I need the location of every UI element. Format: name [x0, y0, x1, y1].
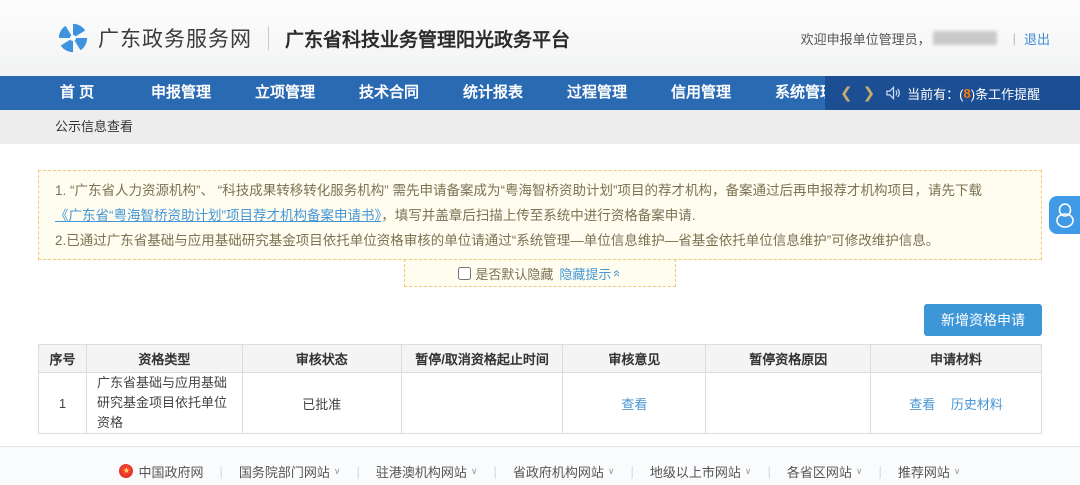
footer-link-recommended[interactable]: 推荐网站∨: [898, 462, 961, 481]
user-area: 欢迎申报单位管理员， | 退出: [801, 29, 1050, 48]
material-view-link[interactable]: 查看: [909, 397, 935, 412]
notice-line-3: 2.已通过广东省基础与应用基础研究基金项目依托单位资格审核的单位请通过“系统管理…: [55, 228, 1025, 253]
notice-line-2-rest: ，填写并盖章后扫描上传至系统中进行资格备案申请.: [381, 208, 695, 223]
main-content: 1. “广东省人力资源机构”、 “科技成果转移转化服务机构” 需先申请备案成为“…: [38, 170, 1042, 434]
footer-link-city-sites[interactable]: 地级以上市网站∨: [650, 462, 752, 481]
speaker-icon: [886, 86, 901, 100]
material-history-link[interactable]: 历史材料: [951, 397, 1003, 412]
col-review-opinion: 审核意见: [563, 345, 706, 373]
chevron-down-icon: ∨: [856, 466, 863, 477]
reminder-count: 8: [964, 86, 971, 101]
site-name: 广东政务服务网: [98, 23, 252, 53]
site-footer: ★ 中国政府网 | 国务院部门网站∨ | 驻港澳机构网站∨ | 省政府机构网站∨…: [0, 446, 1080, 485]
footer-link-province-sites[interactable]: 各省区网站∨: [787, 462, 863, 481]
footer-link-gov-cn[interactable]: ★ 中国政府网: [119, 462, 203, 481]
site-header: 广东政务服务网 广东省科技业务管理阳光政务平台 欢迎申报单位管理员， | 退出: [0, 0, 1080, 76]
cell-index: 1: [39, 373, 87, 434]
col-index: 序号: [39, 345, 87, 373]
ticker-text-prefix: 当前有：(: [907, 84, 963, 103]
col-application-material: 申请材料: [871, 345, 1042, 373]
application-form-download-link[interactable]: 《广东省“粤海智桥资助计划”项目荐才机构备案申请书》: [55, 208, 381, 223]
cell-suspend-period: [401, 373, 563, 434]
header-separator: |: [1013, 31, 1016, 46]
nav-item-declare[interactable]: 申报管理: [129, 76, 233, 110]
col-review-status: 审核状态: [242, 345, 401, 373]
chevron-down-icon: ∨: [954, 466, 961, 477]
chevron-down-icon: ∨: [745, 466, 752, 477]
collapse-up-icon[interactable]: «: [611, 269, 626, 276]
national-emblem-icon: ★: [119, 464, 133, 478]
col-qualification-type: 资格类型: [86, 345, 242, 373]
ticker-next-icon[interactable]: ❯: [863, 84, 876, 102]
logout-link[interactable]: 退出: [1024, 29, 1050, 48]
ticker-text-suffix[interactable]: )条工作提醒: [971, 84, 1040, 103]
ticker-prev-icon[interactable]: ❮: [840, 84, 853, 102]
header-branding: 广东政务服务网 广东省科技业务管理阳光政务平台: [58, 23, 570, 53]
qq-contact-icon[interactable]: [1049, 196, 1080, 234]
nav-item-report[interactable]: 统计报表: [441, 76, 545, 110]
pinwheel-logo-icon: [58, 23, 88, 53]
table-row: 1 广东省基础与应用基础研究基金项目依托单位资格 已批准 查看 查看 历史材料: [39, 373, 1042, 434]
cell-qualification-type: 广东省基础与应用基础研究基金项目依托单位资格: [86, 373, 242, 434]
footer-separator: |: [631, 464, 634, 479]
notice-line-2: 《广东省“粤海智桥资助计划”项目荐才机构备案申请书》，填写并盖章后扫描上传至系统…: [55, 203, 1025, 228]
username-redacted: [933, 31, 997, 45]
nav-item-contract[interactable]: 技术合同: [337, 76, 441, 110]
hide-tip-link[interactable]: 隐藏提示: [559, 264, 611, 283]
footer-separator: |: [357, 464, 360, 479]
breadcrumb: 公示信息查看: [0, 110, 1080, 144]
footer-separator: |: [768, 464, 771, 479]
default-hide-checkbox[interactable]: [458, 267, 471, 280]
cell-application-material: 查看 历史材料: [871, 373, 1042, 434]
nav-item-project[interactable]: 立项管理: [233, 76, 337, 110]
table-header-row: 序号 资格类型 审核状态 暂停/取消资格起止时间 审核意见 暂停资格原因 申请材…: [39, 345, 1042, 373]
footer-separator: |: [879, 464, 882, 479]
footer-link-hk-macau[interactable]: 驻港澳机构网站∨: [376, 462, 478, 481]
nav-item-process[interactable]: 过程管理: [545, 76, 649, 110]
cell-review-opinion: 查看: [563, 373, 706, 434]
chevron-down-icon: ∨: [334, 466, 341, 477]
footer-separator: |: [220, 464, 223, 479]
hide-tip-bar: 是否默认隐藏 隐藏提示 «: [404, 259, 676, 287]
new-qualification-button[interactable]: 新增资格申请: [924, 304, 1042, 336]
col-suspend-reason: 暂停资格原因: [706, 345, 871, 373]
chevron-down-icon: ∨: [608, 466, 615, 477]
nav-item-home[interactable]: 首 页: [25, 76, 129, 110]
qualification-table: 序号 资格类型 审核状态 暂停/取消资格起止时间 审核意见 暂停资格原因 申请材…: [38, 344, 1042, 434]
footer-link-provincial-gov[interactable]: 省政府机构网站∨: [513, 462, 615, 481]
work-reminder-ticker: ❮ ❯ 当前有：(8)条工作提醒: [825, 76, 1080, 110]
col-suspend-period: 暂停/取消资格起止时间: [401, 345, 563, 373]
platform-title: 广东省科技业务管理阳光政务平台: [285, 25, 570, 52]
cell-review-status: 已批准: [242, 373, 401, 434]
nav-item-credit[interactable]: 信用管理: [649, 76, 753, 110]
main-nav: 首 页 申报管理 立项管理 技术合同 统计报表 过程管理 信用管理 系统管理 ❮…: [0, 76, 1080, 110]
footer-link-state-council[interactable]: 国务院部门网站∨: [239, 462, 341, 481]
review-opinion-view-link[interactable]: 查看: [621, 397, 647, 412]
notice-box: 1. “广东省人力资源机构”、 “科技成果转移转化服务机构” 需先申请备案成为“…: [38, 170, 1042, 260]
cell-suspend-reason: [706, 373, 871, 434]
chevron-down-icon: ∨: [471, 466, 478, 477]
action-row: 新增资格申请: [38, 304, 1042, 336]
notice-line-1: 1. “广东省人力资源机构”、 “科技成果转移转化服务机构” 需先申请备案成为“…: [55, 178, 1025, 203]
header-divider: [268, 26, 269, 50]
footer-separator: |: [494, 464, 497, 479]
welcome-text: 欢迎申报单位管理员，: [801, 29, 931, 48]
default-hide-label: 是否默认隐藏: [475, 264, 553, 283]
